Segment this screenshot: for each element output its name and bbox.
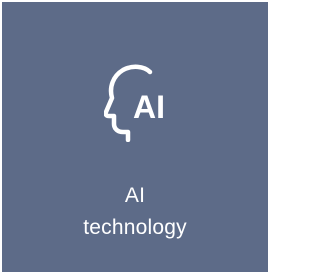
tile-label-line2: technology [83,216,187,239]
tile-label-line1: AI [124,184,146,207]
ai-head-icon: AI [104,62,172,142]
ai-technology-tile[interactable]: AI AI technology [2,2,268,272]
ai-head-icon-text: AI [133,89,165,125]
